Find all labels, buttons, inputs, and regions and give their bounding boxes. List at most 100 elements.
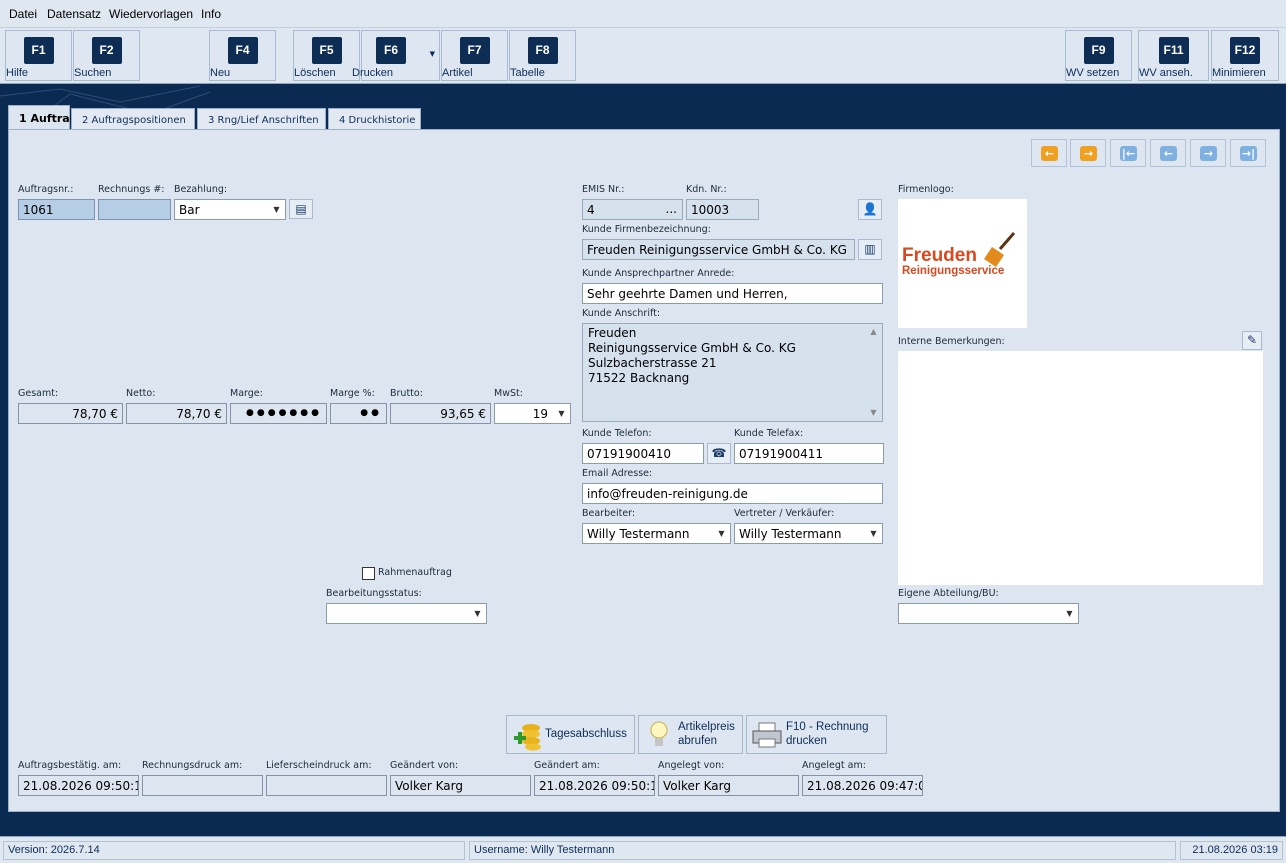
- bezahlung-label: Bezahlung:: [174, 184, 228, 195]
- tab-auftrag[interactable]: 1 Auftrag: [8, 105, 78, 130]
- anschrift-line-3: Sulzbacherstrasse 21: [588, 356, 717, 370]
- rahmenauftrag-checkbox[interactable]: [362, 567, 375, 580]
- search-button[interactable]: F2 Suchen: [73, 30, 140, 81]
- f7-key-cap: F7: [459, 37, 490, 64]
- print-invoice-label-line1: F10 - Rechnung: [786, 721, 869, 733]
- brutto-field: 93,65 €: [390, 403, 491, 424]
- auftragsbest-label: Auftragsbestätig. am:: [18, 760, 122, 771]
- nav-next-button[interactable]: →: [1190, 139, 1226, 167]
- f1-key-cap: F1: [23, 37, 54, 64]
- bearbeitungsstatus-label: Bearbeitungsstatus:: [326, 588, 422, 599]
- rechnungsdruck-field: [142, 775, 263, 796]
- auftragsnr-label: Auftragsnr.:: [18, 184, 74, 195]
- chevron-down-icon[interactable]: ▼: [1061, 604, 1078, 623]
- telefax-field[interactable]: 07191900411: [734, 443, 884, 464]
- artikelpreis-label-line2: abrufen: [678, 735, 718, 747]
- chevron-down-icon[interactable]: ▼: [469, 604, 486, 623]
- brutto-label: Brutto:: [390, 388, 423, 399]
- abteilung-select[interactable]: ▼: [898, 603, 1079, 624]
- arrow-right-icon: →: [1080, 146, 1097, 161]
- version-status: Version: 2026.7.14: [3, 841, 465, 860]
- lieferscheindruck-label: Lieferscheindruck am:: [266, 760, 372, 771]
- bearbeitungsstatus-select[interactable]: ▼: [326, 603, 487, 624]
- firmenlogo-label: Firmenlogo:: [898, 184, 954, 195]
- nav-first-button[interactable]: |←: [1110, 139, 1146, 167]
- angelegtam-label: Angelegt am:: [802, 760, 866, 771]
- broom-icon: [984, 232, 1016, 267]
- arrow-left-icon: ←: [1041, 146, 1058, 161]
- anschrift-line-2: Reinigungsservice GmbH & Co. KG: [588, 341, 796, 355]
- angelegtvon-label: Angelegt von:: [658, 760, 725, 771]
- bearbeiter-select[interactable]: Willy Testermann ▼: [582, 523, 731, 544]
- emis-field[interactable]: 4...: [582, 199, 683, 220]
- bezahlung-select[interactable]: Bar ▼: [174, 199, 286, 220]
- nav-last-button[interactable]: →|: [1230, 139, 1266, 167]
- anrede-field[interactable]: Sehr geehrte Damen und Herren,: [582, 283, 883, 304]
- firmenbez-label: Kunde Firmenbezeichnung:: [582, 224, 711, 235]
- emis-browse-button[interactable]: ...: [666, 202, 677, 216]
- auftragsnr-field[interactable]: 1061: [18, 199, 95, 220]
- bearbeiter-label: Bearbeiter:: [582, 508, 636, 519]
- delete-button[interactable]: F5 Löschen: [293, 30, 360, 81]
- geaendertam-label: Geändert am:: [534, 760, 600, 771]
- mwst-label: MwSt:: [494, 388, 523, 399]
- menu-wiedervorlagen[interactable]: Wiedervorlagen: [109, 7, 193, 21]
- help-button[interactable]: F1 Hilfe: [5, 30, 72, 81]
- table-button[interactable]: F8 Tabelle: [509, 30, 576, 81]
- nav-back-button[interactable]: ←: [1031, 139, 1067, 167]
- menu-datei[interactable]: Datei: [9, 7, 37, 21]
- mwst-select[interactable]: 19 ▼: [494, 403, 571, 424]
- books-icon: ▥: [864, 242, 876, 256]
- menu-datensatz[interactable]: Datensatz: [47, 7, 101, 21]
- tagesabschluss-label: Tagesabschluss: [545, 728, 627, 740]
- tagesabschluss-button[interactable]: Tagesabschluss: [506, 715, 635, 754]
- chevron-down-icon[interactable]: ▼: [553, 404, 570, 423]
- view-reminder-label: WV anseh.: [1139, 67, 1193, 79]
- vertreter-select[interactable]: Willy Testermann ▼: [734, 523, 883, 544]
- article-button[interactable]: F7 Artikel: [441, 30, 508, 81]
- dial-phone-button[interactable]: ☎: [707, 443, 731, 464]
- tab-rng-lief-anschriften[interactable]: 3 Rng/Lief Anschriften: [197, 108, 326, 130]
- gesamt-label: Gesamt:: [18, 388, 59, 399]
- tab-druckhistorie[interactable]: 4 Druckhistorie: [328, 108, 421, 130]
- anschrift-scrollbar[interactable]: ▲ ▼: [866, 325, 881, 420]
- nav-previous-button[interactable]: ←: [1150, 139, 1186, 167]
- firmenbez-field: Freuden Reinigungsservice GmbH & Co. KG: [582, 239, 855, 260]
- menu-info[interactable]: Info: [201, 7, 221, 21]
- rechnungsnr-field[interactable]: [98, 199, 171, 220]
- print-button[interactable]: F6 Drucken ▼: [352, 30, 440, 81]
- customer-books-button[interactable]: ▥: [858, 239, 882, 260]
- scroll-up-icon[interactable]: ▲: [866, 325, 881, 339]
- view-reminder-button[interactable]: F11 WV anseh.: [1138, 30, 1209, 81]
- customer-icon: 👤: [862, 202, 878, 216]
- edit-notes-button[interactable]: ✎: [1242, 331, 1262, 350]
- telefon-field[interactable]: 07191900410: [582, 443, 704, 464]
- f5-key-cap: F5: [311, 37, 342, 64]
- vertreter-label: Vertreter / Verkäufer:: [734, 508, 835, 519]
- tab-auftragspositionen[interactable]: 2 Auftragspositionen: [71, 108, 195, 130]
- email-label: Email Adresse:: [582, 468, 653, 479]
- chevron-down-icon[interactable]: ▼: [865, 524, 882, 543]
- payment-settings-button[interactable]: ▤: [289, 199, 313, 219]
- toolbar: F1 Hilfe F2 Suchen F4 Neu F5 Löschen F6 Druck…: [0, 28, 1286, 84]
- minimize-button[interactable]: F12 Minimieren: [1211, 30, 1279, 81]
- new-button[interactable]: F4 Neu: [209, 30, 276, 81]
- interne-bemerkungen-textarea[interactable]: [898, 351, 1263, 585]
- geaendertvon-field: Volker Karg: [390, 775, 531, 796]
- email-field[interactable]: info@freuden-reinigung.de: [582, 483, 883, 504]
- anschrift-textarea[interactable]: Freuden Reinigungsservice GmbH & Co. KG …: [582, 323, 883, 422]
- artikelpreis-button[interactable]: Artikelpreis abrufen: [638, 715, 743, 754]
- marge-label: Marge:: [230, 388, 263, 399]
- nav-forward-button[interactable]: →: [1070, 139, 1106, 167]
- search-label: Suchen: [74, 67, 112, 79]
- datetime-status: 21.08.2026 03:19: [1180, 841, 1283, 860]
- set-reminder-button[interactable]: F9 WV setzen: [1065, 30, 1132, 81]
- customer-card-button[interactable]: 👤: [858, 199, 882, 220]
- scroll-down-icon[interactable]: ▼: [866, 406, 881, 420]
- vertreter-value: Willy Testermann: [739, 527, 842, 541]
- chevron-down-icon[interactable]: ▼: [268, 200, 285, 219]
- print-invoice-button[interactable]: F10 - Rechnung drucken: [746, 715, 887, 754]
- chevron-down-icon[interactable]: ▼: [713, 524, 730, 543]
- chevron-down-icon[interactable]: ▼: [430, 50, 435, 58]
- marge-percent-label: Marge %:: [330, 388, 375, 399]
